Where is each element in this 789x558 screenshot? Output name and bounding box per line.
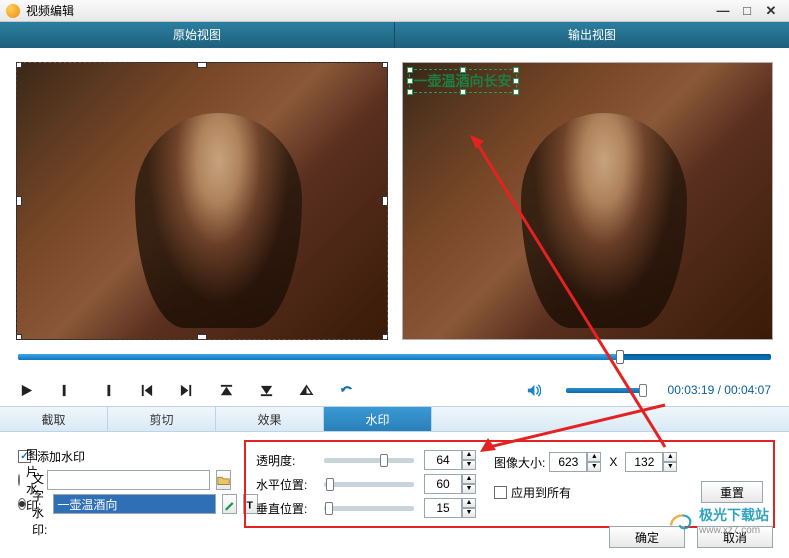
volume-icon[interactable] — [526, 382, 542, 398]
height-down[interactable]: ▼ — [663, 462, 677, 472]
crop-handle[interactable] — [16, 196, 22, 206]
wm-handle[interactable] — [407, 78, 413, 84]
titlebar: 视频编辑 — □ ✕ — [0, 0, 789, 22]
watermark-source-group: ✓ 添加水印 图片水印: 文字水印: T — [14, 440, 228, 528]
ok-button[interactable]: 确定 — [609, 526, 685, 548]
hpos-up[interactable]: ▲ — [462, 474, 476, 484]
wm-handle[interactable] — [513, 78, 519, 84]
play-button[interactable] — [18, 382, 34, 398]
seek-slider[interactable] — [18, 354, 771, 360]
original-preview[interactable] — [16, 62, 388, 340]
add-watermark-label: 添加水印 — [37, 448, 85, 465]
opacity-slider[interactable] — [324, 458, 414, 463]
dialog-footer: 确定 取消 — [609, 526, 773, 548]
apply-all-checkbox[interactable]: ✓ — [494, 486, 507, 499]
cancel-button[interactable]: 取消 — [697, 526, 773, 548]
wm-handle[interactable] — [407, 89, 413, 95]
tab-trim[interactable]: 剪切 — [108, 407, 216, 431]
text-watermark-radio[interactable] — [18, 498, 26, 510]
wm-handle[interactable] — [513, 89, 519, 95]
width-down[interactable]: ▼ — [587, 462, 601, 472]
opacity-label: 透明度: — [256, 452, 314, 469]
step-back-button[interactable] — [298, 382, 314, 398]
browse-image-button[interactable] — [216, 470, 231, 490]
wm-handle[interactable] — [407, 67, 413, 73]
image-watermark-radio[interactable] — [18, 474, 20, 486]
app-icon — [6, 4, 20, 18]
goto-start-button[interactable] — [218, 382, 234, 398]
goto-end-button[interactable] — [258, 382, 274, 398]
crop-handle[interactable] — [382, 62, 388, 68]
image-watermark-path[interactable] — [47, 470, 210, 490]
preview-area: 一壶温酒向长安 — [0, 48, 789, 348]
maximize-button[interactable]: □ — [735, 3, 759, 19]
watermark-overlay-text: 一壶温酒向长安 — [414, 73, 512, 89]
watermark-overlay[interactable]: 一壶温酒向长安 — [409, 69, 517, 93]
tab-effect[interactable]: 效果 — [216, 407, 324, 431]
prev-frame-button[interactable] — [138, 382, 154, 398]
wm-handle[interactable] — [460, 89, 466, 95]
reset-button[interactable]: 重置 — [701, 481, 763, 503]
vpos-up[interactable]: ▲ — [462, 498, 476, 508]
next-frame-button[interactable] — [178, 382, 194, 398]
vpos-value[interactable] — [424, 498, 462, 518]
hpos-down[interactable]: ▼ — [462, 484, 476, 494]
text-watermark-label: 文字水印: — [32, 470, 47, 538]
text-color-button[interactable] — [222, 494, 237, 514]
hpos-slider[interactable] — [324, 482, 414, 487]
volume-thumb[interactable] — [639, 384, 647, 397]
wm-handle[interactable] — [460, 67, 466, 73]
mark-out-button[interactable] — [98, 382, 114, 398]
seek-row — [0, 348, 789, 370]
seek-thumb[interactable] — [616, 350, 624, 364]
tab-watermark[interactable]: 水印 — [324, 407, 432, 431]
window-title: 视频编辑 — [26, 2, 74, 19]
undo-button[interactable] — [338, 382, 354, 398]
crop-handle[interactable] — [16, 334, 22, 340]
vpos-slider[interactable] — [324, 506, 414, 511]
hpos-value[interactable] — [424, 474, 462, 494]
settings-panel: ✓ 添加水印 图片水印: 文字水印: T 透明度: ▲▼ 水平位置: — [0, 432, 789, 536]
tab-original-view[interactable]: 原始视图 — [0, 22, 395, 48]
opacity-down[interactable]: ▼ — [462, 460, 476, 470]
crop-handle[interactable] — [197, 62, 207, 68]
hpos-label: 水平位置: — [256, 476, 314, 493]
image-size-label: 图像大小: — [494, 454, 545, 471]
vpos-down[interactable]: ▼ — [462, 508, 476, 518]
volume-slider[interactable] — [566, 388, 644, 393]
watermark-params-group: 透明度: ▲▼ 水平位置: ▲▼ 垂直位置: ▲▼ 图像大小: ▲▼ X ▲▼ — [244, 440, 775, 528]
text-watermark-input[interactable] — [53, 494, 216, 514]
minimize-button[interactable]: — — [711, 3, 735, 19]
close-button[interactable]: ✕ — [759, 3, 783, 19]
opacity-up[interactable]: ▲ — [462, 450, 476, 460]
crop-handle[interactable] — [197, 334, 207, 340]
tab-output-view[interactable]: 输出视图 — [395, 22, 789, 48]
width-up[interactable]: ▲ — [587, 452, 601, 462]
crop-handle[interactable] — [382, 196, 388, 206]
apply-all-label: 应用到所有 — [511, 484, 571, 501]
output-preview[interactable]: 一壶温酒向长安 — [402, 62, 774, 340]
option-tabs: 截取 剪切 效果 水印 — [0, 406, 789, 432]
mark-in-button[interactable] — [58, 382, 74, 398]
time-display: 00:03:19 / 00:04:07 — [668, 383, 771, 397]
image-width[interactable] — [549, 452, 587, 472]
crop-handle[interactable] — [382, 334, 388, 340]
x-separator: X — [609, 455, 617, 469]
opacity-value[interactable] — [424, 450, 462, 470]
vpos-label: 垂直位置: — [256, 500, 314, 517]
crop-handle[interactable] — [16, 62, 22, 68]
wm-handle[interactable] — [513, 67, 519, 73]
view-header: 原始视图 输出视图 — [0, 22, 789, 48]
image-height[interactable] — [625, 452, 663, 472]
transport-bar: 00:03:19 / 00:04:07 — [0, 370, 789, 406]
tab-crop[interactable]: 截取 — [0, 407, 108, 431]
height-up[interactable]: ▲ — [663, 452, 677, 462]
